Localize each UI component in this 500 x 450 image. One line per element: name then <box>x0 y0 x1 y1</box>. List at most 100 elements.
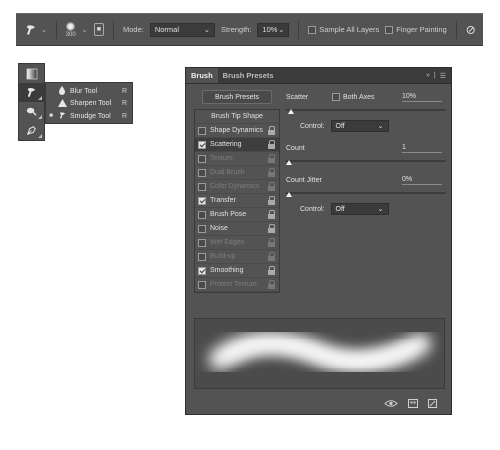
visibility-eye-icon[interactable] <box>384 399 398 408</box>
gradient-tool-button[interactable] <box>19 64 44 83</box>
checkbox-box[interactable] <box>332 93 340 101</box>
tool-preset-picker[interactable]: ⌄ <box>24 23 47 37</box>
brush-option-item[interactable]: Texture <box>195 152 279 166</box>
scatter-slider[interactable] <box>286 106 446 116</box>
brush-option-item[interactable]: Protect Texture <box>195 278 279 292</box>
tab-brush[interactable]: Brush <box>186 68 218 83</box>
lock-icon[interactable] <box>267 266 276 275</box>
checkbox-box[interactable] <box>198 168 206 177</box>
brush-option-label: Wet Edges <box>210 239 245 246</box>
tab-brush-presets[interactable]: Brush Presets <box>218 68 279 83</box>
flyout-item-label: Sharpen Tool <box>70 100 112 108</box>
checkbox-box[interactable] <box>198 154 206 163</box>
shortcut-key: R <box>122 112 128 120</box>
flyout-item-blur[interactable]: Blur Tool R <box>46 85 132 98</box>
collapse-icon[interactable]: » <box>426 72 430 79</box>
sharpen-triangle-icon <box>56 98 68 109</box>
count-value[interactable]: 1 <box>402 144 442 153</box>
panel-footer <box>186 392 451 414</box>
lock-icon[interactable] <box>267 210 276 219</box>
chevron-down-icon: ⌄ <box>377 206 384 213</box>
slider-track <box>286 109 446 111</box>
brush-option-item[interactable]: Build-up <box>195 250 279 264</box>
checkbox-box[interactable] <box>198 266 206 275</box>
both-axes-checkbox[interactable]: Both Axes <box>332 93 402 101</box>
brush-option-label: Shape Dynamics <box>210 127 263 134</box>
checkbox-box[interactable] <box>198 252 206 261</box>
scatter-control-select[interactable]: Off ⌄ <box>330 120 389 132</box>
count-jitter-value[interactable]: 0% <box>402 176 442 185</box>
scatter-value[interactable]: 10% <box>402 93 442 102</box>
dodge-tool-button[interactable] <box>19 102 44 121</box>
checkbox-box[interactable] <box>198 182 206 191</box>
lock-icon[interactable] <box>267 168 276 177</box>
brush-option-item[interactable]: Dual Brush <box>195 166 279 180</box>
shortcut-key: R <box>122 100 128 108</box>
lock-icon[interactable] <box>267 238 276 247</box>
checkbox-box[interactable] <box>198 238 206 247</box>
count-jitter-slider[interactable] <box>286 189 446 199</box>
brush-panel-toggle-icon[interactable]: ■ <box>93 23 105 36</box>
lock-icon[interactable] <box>267 182 276 191</box>
brush-tip-shape-item[interactable]: Brush Tip Shape <box>195 110 279 124</box>
mode-value: Normal <box>154 25 180 34</box>
checkbox-box[interactable] <box>198 196 206 205</box>
lock-icon[interactable] <box>267 140 276 149</box>
brush-option-item[interactable]: Color Dynamics <box>195 180 279 194</box>
mode-select[interactable]: Normal ⌄ <box>149 22 215 37</box>
brush-option-label: Noise <box>210 225 228 232</box>
flyout-item-label: Smudge Tool <box>70 112 111 120</box>
sample-all-layers-checkbox[interactable]: Sample All Layers <box>308 25 379 34</box>
finger-painting-checkbox[interactable]: Finger Painting <box>385 25 447 34</box>
checkbox-box[interactable] <box>385 25 394 34</box>
mode-label: Mode: <box>122 25 144 34</box>
pen-tool-button[interactable] <box>19 121 44 140</box>
checkbox-box[interactable] <box>198 224 206 233</box>
slider-knob[interactable] <box>286 160 292 165</box>
brush-option-item[interactable]: Wet Edges <box>195 236 279 250</box>
chevron-down-icon: ⌄ <box>41 26 47 34</box>
divider: | <box>433 72 436 79</box>
lock-icon[interactable] <box>267 224 276 233</box>
flyout-item-sharpen[interactable]: Sharpen Tool R <box>46 98 132 111</box>
brush-option-item[interactable]: Transfer <box>195 194 279 208</box>
smudge-tool-button[interactable] <box>19 83 44 102</box>
lock-icon[interactable] <box>267 196 276 205</box>
brush-option-item[interactable]: Smoothing <box>195 264 279 278</box>
selected-bullet: ■ <box>49 113 53 120</box>
brush-option-item[interactable]: Scattering <box>195 138 279 152</box>
brush-grid-icon[interactable] <box>408 398 418 408</box>
brush-option-item[interactable]: Brush Pose <box>195 208 279 222</box>
lock-icon[interactable] <box>267 252 276 261</box>
strength-value: 10% <box>262 25 278 34</box>
flyout-item-label: Blur Tool <box>70 87 98 95</box>
panel-menu-icon[interactable]: ☰ <box>440 72 446 80</box>
checkbox-box[interactable] <box>308 25 317 34</box>
pressure-icon[interactable] <box>466 24 475 36</box>
checkbox-box[interactable] <box>198 280 206 289</box>
lock-icon[interactable] <box>267 280 276 289</box>
count-row: Count 1 <box>286 141 446 155</box>
jitter-control-select[interactable]: Off ⌄ <box>330 203 389 215</box>
checkbox-box[interactable] <box>198 140 206 149</box>
brush-option-label: Smoothing <box>210 267 244 274</box>
brush-option-item[interactable]: Shape Dynamics <box>195 124 279 138</box>
pen-icon <box>26 126 36 136</box>
strength-field[interactable]: 10% ⌄ <box>257 22 290 37</box>
new-preset-icon[interactable] <box>428 398 437 408</box>
checkbox-box[interactable] <box>198 210 206 219</box>
slider-track <box>286 160 446 162</box>
count-slider[interactable] <box>286 157 446 167</box>
brush-option-item[interactable]: Noise <box>195 222 279 236</box>
lock-icon[interactable] <box>267 126 276 135</box>
lock-icon[interactable] <box>267 154 276 163</box>
control-label: Control: <box>300 205 325 213</box>
smudge-icon <box>27 88 36 98</box>
slider-knob[interactable] <box>287 109 294 114</box>
slider-knob[interactable] <box>286 192 292 197</box>
checkbox-box[interactable] <box>198 126 206 135</box>
brush-presets-button[interactable]: Brush Presets <box>202 90 272 104</box>
flyout-item-smudge[interactable]: ■ Smudge Tool R <box>46 110 132 123</box>
brush-size-picker[interactable]: 300 <box>66 21 76 38</box>
chevron-down-icon[interactable]: ⌄ <box>82 26 88 34</box>
